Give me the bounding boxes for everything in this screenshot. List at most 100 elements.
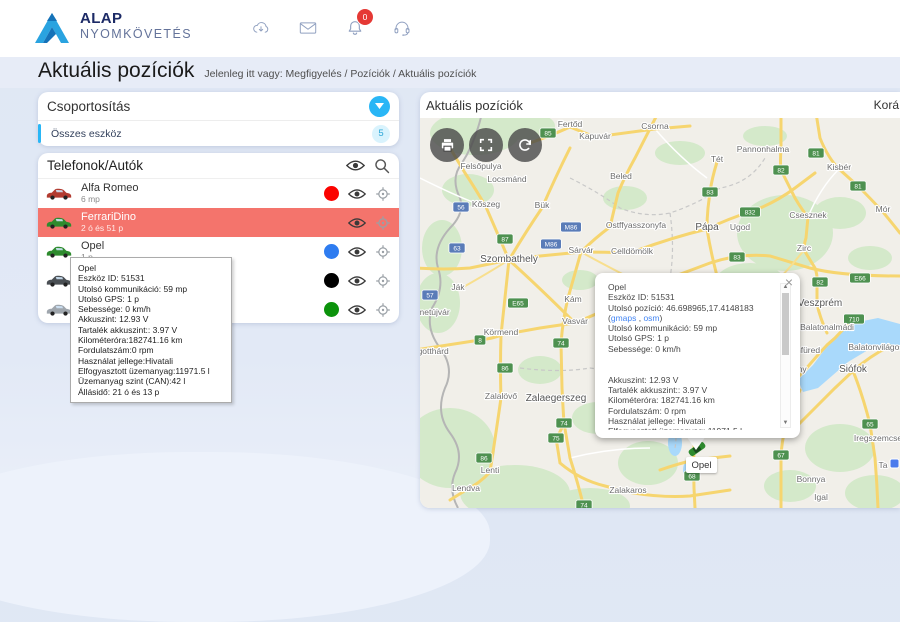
tooltip-line: Üzemanyag szint (CAN):42 l xyxy=(78,376,224,386)
map-link[interactable]: gmaps xyxy=(611,313,637,323)
selected-accent-bar xyxy=(38,124,41,143)
svg-text:Balatonalmádi: Balatonalmádi xyxy=(800,322,854,332)
scroll-down-icon[interactable]: ▼ xyxy=(781,420,790,427)
group-item-all-devices[interactable]: Összes eszköz 5 xyxy=(38,121,399,146)
tooltip-line: Eszköz ID: 51531 xyxy=(78,273,224,283)
popup-line: Fordulatszám: 0 rpm xyxy=(608,406,772,416)
locate-icon[interactable] xyxy=(375,302,391,318)
map-panel-title: Aktuális pozíciók xyxy=(426,98,523,113)
vehicle-last-time: 2 ó és 51 p xyxy=(81,224,348,233)
svg-text:82: 82 xyxy=(816,280,824,287)
devices-title: Telefonok/Autók xyxy=(47,158,337,173)
svg-text:74: 74 xyxy=(580,503,588,509)
alap-logo-icon xyxy=(33,12,71,46)
svg-text:M86: M86 xyxy=(545,242,558,249)
svg-text:81: 81 xyxy=(812,151,820,158)
brand-line2: NYOMKÖVETÉS xyxy=(80,28,192,42)
map-canvas[interactable]: 8581818282E66566387M86M86E65578868674747… xyxy=(420,118,900,508)
svg-text:Pápa: Pápa xyxy=(695,222,719,233)
popup-content: OpelEszköz ID: 51531Utolsó pozíció: 46.6… xyxy=(608,282,772,430)
popup-scrollbar[interactable]: ▲ ▼ xyxy=(780,283,791,428)
fullscreen-map-button[interactable] xyxy=(469,128,503,162)
tooltip-line: Kilométeróra:182741.16 km xyxy=(78,335,224,345)
popup-line xyxy=(608,364,772,374)
svg-text:Vasvár: Vasvár xyxy=(562,316,588,326)
eye-icon[interactable] xyxy=(348,217,366,229)
eye-icon[interactable] xyxy=(348,275,366,287)
tooltip-line: Utolsó kommunikáció: 59 mp xyxy=(78,284,224,294)
previous-positions-link[interactable]: Korá xyxy=(874,98,899,112)
svg-text:Veszprém: Veszprém xyxy=(798,298,842,309)
tooltip-line: Utolsó GPS: 1 p xyxy=(78,294,224,304)
map-link[interactable]: osm xyxy=(643,313,659,323)
svg-text:Pannonhalma: Pannonhalma xyxy=(737,144,790,154)
vehicle-tooltip: OpelEszköz ID: 51531Utolsó kommunikáció:… xyxy=(70,257,232,403)
svg-text:83: 83 xyxy=(733,255,741,262)
close-icon[interactable]: × xyxy=(785,275,793,289)
tooltip-line: Sebessége: 0 km/h xyxy=(78,304,224,314)
locate-icon[interactable] xyxy=(375,186,391,202)
popup-line: Elfogyasztott üzemanyag: 11971.5 l xyxy=(608,426,772,430)
svg-text:56: 56 xyxy=(457,205,465,212)
eye-icon[interactable] xyxy=(348,304,366,316)
locate-icon[interactable] xyxy=(375,244,391,260)
svg-text:Ta: Ta xyxy=(879,460,888,470)
grouping-card: Csoportosítás Összes eszköz 5 xyxy=(38,92,399,146)
svg-text:Szombathely: Szombathely xyxy=(480,254,538,265)
svg-text:Ugod: Ugod xyxy=(730,222,751,232)
svg-text:Bonnya: Bonnya xyxy=(797,474,826,484)
map-card: Aktuális pozíciók Korá xyxy=(420,92,900,508)
notifications-bell-icon[interactable]: 0 xyxy=(340,13,370,43)
svg-text:E65: E65 xyxy=(512,301,524,308)
tooltip-line: Akkuszint: 12.93 V xyxy=(78,314,224,324)
brand-text: ALAP NYOMKÖVETÉS xyxy=(80,11,192,41)
vehicle-name: Alfa Romeo xyxy=(81,183,324,195)
svg-text:87: 87 xyxy=(501,237,509,244)
popup-line: Eszköz ID: 51531 xyxy=(608,292,772,302)
group-item-label: Összes eszköz xyxy=(47,128,372,140)
popup-line: Használat jellege: Hivatali xyxy=(608,416,772,426)
print-map-button[interactable] xyxy=(430,128,464,162)
grouping-title: Csoportosítás xyxy=(47,99,369,114)
popup-line: Opel xyxy=(608,282,772,292)
svg-text:65: 65 xyxy=(866,422,874,429)
refresh-map-button[interactable] xyxy=(508,128,542,162)
svg-text:832: 832 xyxy=(745,210,756,217)
locate-icon[interactable] xyxy=(375,215,391,231)
blue-map-marker[interactable] xyxy=(890,459,899,468)
svg-text:tgotthárd: tgotthárd xyxy=(420,346,449,356)
svg-text:Kisbér: Kisbér xyxy=(827,162,851,172)
svg-text:Balatonvilágos: Balatonvilágos xyxy=(848,342,900,352)
support-headset-icon[interactable] xyxy=(387,13,417,43)
search-icon[interactable] xyxy=(374,158,390,174)
svg-text:Zalalövő: Zalalövő xyxy=(485,391,517,401)
chevron-down-icon[interactable] xyxy=(369,96,390,117)
breadcrumb: Jelenleg itt vagy: Megfigyelés / Pozíció… xyxy=(204,68,476,80)
svg-text:Körmend: Körmend xyxy=(484,327,519,337)
scroll-thumb[interactable] xyxy=(782,293,789,355)
svg-text:Fertőd: Fertőd xyxy=(558,119,583,129)
svg-text:Zalakaros: Zalakaros xyxy=(609,485,646,495)
popup-pointer xyxy=(686,436,706,460)
title-bar: Aktuális pozíciók Jelenleg itt vagy: Meg… xyxy=(0,57,900,88)
map-info-popup: × OpelEszköz ID: 51531Utolsó pozíció: 46… xyxy=(595,273,800,438)
locate-icon[interactable] xyxy=(375,273,391,289)
eye-all-icon[interactable] xyxy=(346,159,365,172)
svg-text:E66: E66 xyxy=(854,276,866,283)
vehicle-row[interactable]: Alfa Romeo 6 mp xyxy=(38,179,399,208)
vehicle-name: Opel xyxy=(81,241,324,253)
eye-icon[interactable] xyxy=(348,188,366,200)
page-title: Aktuális pozíciók xyxy=(38,59,194,83)
eye-icon[interactable] xyxy=(348,246,366,258)
car-icon xyxy=(46,274,72,287)
svg-text:Csesznek: Csesznek xyxy=(789,210,827,220)
svg-text:Siófok: Siófok xyxy=(839,364,868,375)
vehicle-row[interactable]: FerrariDino 2 ó és 51 p xyxy=(38,208,399,237)
svg-text:Kám: Kám xyxy=(564,294,581,304)
svg-text:Iregszemcse: Iregszemcse xyxy=(854,433,900,443)
cloud-download-icon[interactable] xyxy=(246,13,276,43)
car-icon xyxy=(46,245,72,258)
mail-icon[interactable] xyxy=(293,13,323,43)
tooltip-line: Használat jellege:Hivatali xyxy=(78,356,224,366)
svg-text:83: 83 xyxy=(706,190,714,197)
